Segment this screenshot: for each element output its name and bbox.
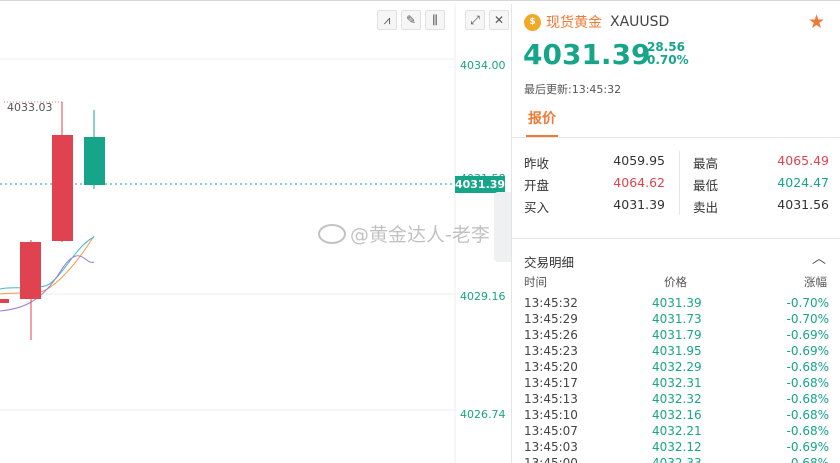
- line-chart-icon[interactable]: ⩘: [377, 10, 397, 30]
- watermark: @黄金达人-老李: [318, 220, 490, 247]
- trade-change: -0.68%: [786, 456, 829, 463]
- trades-title: 交易明细: [524, 255, 575, 270]
- quote-value: 4031.56: [777, 197, 829, 212]
- table-row: 13:45:17 4032.31 -0.68%: [524, 376, 829, 392]
- table-row: 13:45:26 4031.79 -0.69%: [524, 328, 829, 344]
- quote-label: 卖出: [693, 200, 719, 215]
- table-row: 13:45:23 4031.95 -0.69%: [524, 344, 829, 360]
- tab-divider: [512, 137, 840, 138]
- trade-price: 4032.29: [652, 360, 702, 374]
- trade-price: 4032.21: [652, 424, 702, 438]
- watermark-text: @黄金达人-老李: [350, 224, 490, 246]
- quote-value: 4064.62: [613, 175, 665, 190]
- table-row: 13:45:07 4032.21 -0.68%: [524, 424, 829, 440]
- trade-change: -0.69%: [786, 344, 829, 358]
- price-change: -28.56 -0.70%: [642, 41, 689, 67]
- quote-value: 4059.95: [613, 153, 665, 168]
- ma-line-purple: [0, 255, 95, 312]
- trade-time: 13:45:17: [524, 376, 578, 390]
- symbol-header: $ 现货黄金 XAUUSD: [524, 12, 669, 32]
- trade-price: 4032.12: [652, 440, 702, 454]
- trade-price: 4031.73: [652, 312, 702, 326]
- trade-change: -0.69%: [786, 440, 829, 454]
- table-row: 13:45:32 4031.39 -0.70%: [524, 296, 829, 312]
- trade-price: 4032.16: [652, 408, 702, 422]
- trade-price: 4031.95: [652, 344, 702, 358]
- table-row: 13:45:03 4032.12 -0.69%: [524, 440, 829, 456]
- quote-value: 4065.49: [777, 153, 829, 168]
- table-row: 13:45:10 4032.16 -0.68%: [524, 408, 829, 424]
- fullscreen-icon[interactable]: ⤢: [465, 10, 485, 30]
- trade-change: -0.70%: [786, 312, 829, 326]
- close-icon[interactable]: ✕: [489, 10, 509, 30]
- candle: [84, 137, 105, 185]
- chevron-up-icon[interactable]: ︿: [812, 248, 826, 268]
- tab-quote[interactable]: 报价: [528, 108, 556, 128]
- quote-panel: $ 现货黄金 XAUUSD ★ 4031.39 -28.56 -0.70% 最后…: [512, 4, 840, 463]
- trade-time: 13:45:07: [524, 424, 578, 438]
- high-value-label: 4033.03: [7, 101, 53, 114]
- trade-time: 13:45:20: [524, 360, 578, 374]
- last-updated: 最后更新:13:45:32: [524, 83, 622, 96]
- trade-change: -0.70%: [786, 296, 829, 310]
- trade-change: -0.69%: [786, 328, 829, 342]
- trade-time: 13:45:03: [524, 440, 578, 454]
- favorite-star-icon[interactable]: ★: [808, 11, 825, 33]
- chart-toolbar: ⩘ ✎ ⫼ ⤢ ✕: [377, 10, 509, 30]
- trade-change: -0.68%: [786, 360, 829, 374]
- panel-collapse-handle[interactable]: [494, 192, 512, 262]
- quote-label: 开盘: [524, 178, 550, 193]
- section-divider: [512, 238, 840, 239]
- draw-icon[interactable]: ✎: [401, 10, 421, 30]
- candlestick-icon[interactable]: ⫼: [425, 10, 445, 30]
- weibo-icon: [318, 223, 346, 244]
- last-price: 4031.39: [523, 38, 651, 71]
- trade-price: 4031.39: [652, 296, 702, 310]
- candle: [20, 242, 41, 299]
- current-price-tag: 4031.39: [454, 176, 506, 193]
- symbol-code: XAUUSD: [610, 14, 670, 30]
- trade-price: 4032.33: [652, 456, 702, 463]
- candle: [0, 299, 9, 303]
- price-axis-label: 4029.16: [460, 290, 506, 303]
- trade-change: -0.68%: [786, 392, 829, 406]
- table-row: 13:45:13 4032.32 -0.68%: [524, 392, 829, 408]
- table-row: 13:45:00 4032.33 -0.68%: [524, 456, 829, 463]
- gold-coin-icon: $: [524, 13, 541, 31]
- quote-row: 开盘 4064.62 最低 4024.47: [524, 175, 829, 193]
- trade-time: 13:45:13: [524, 392, 578, 406]
- price-axis-label: 4026.74: [460, 408, 506, 421]
- trade-time: 13:45:10: [524, 408, 578, 422]
- trade-change: -0.68%: [786, 408, 829, 422]
- quote-row: 昨收 4059.95 最高 4065.49: [524, 153, 829, 171]
- trade-price: 4032.31: [652, 376, 702, 390]
- quote-value: 4031.39: [613, 197, 665, 212]
- quote-label: 最低: [693, 178, 719, 193]
- symbol-name: 现货黄金: [546, 15, 602, 31]
- ma-line-cyan: [0, 236, 95, 290]
- change-percent: -0.70%: [642, 53, 689, 67]
- price-axis-label: 4034.00: [460, 59, 506, 72]
- col-header-price: 价格: [664, 275, 687, 289]
- trade-time: 13:45:32: [524, 296, 578, 310]
- table-row: 13:45:20 4032.29 -0.68%: [524, 360, 829, 376]
- trade-change: -0.68%: [786, 376, 829, 390]
- trade-time: 13:45:00: [524, 456, 578, 463]
- trade-time: 13:45:29: [524, 312, 578, 326]
- table-row: 13:45:29 4031.73 -0.70%: [524, 312, 829, 328]
- col-header-time: 时间: [524, 275, 547, 289]
- quote-label: 买入: [524, 200, 550, 215]
- candle: [52, 135, 73, 241]
- col-header-change: 涨幅: [804, 275, 827, 289]
- quote-label: 最高: [693, 156, 719, 171]
- trade-change: -0.68%: [786, 424, 829, 438]
- quote-column-divider: [679, 151, 680, 215]
- trade-time: 13:45:23: [524, 344, 578, 358]
- trade-price: 4031.79: [652, 328, 702, 342]
- trade-price: 4032.32: [652, 392, 702, 406]
- quote-value: 4024.47: [777, 175, 829, 190]
- quote-row: 买入 4031.39 卖出 4031.56: [524, 197, 829, 215]
- trade-time: 13:45:26: [524, 328, 578, 342]
- quote-label: 昨收: [524, 156, 550, 171]
